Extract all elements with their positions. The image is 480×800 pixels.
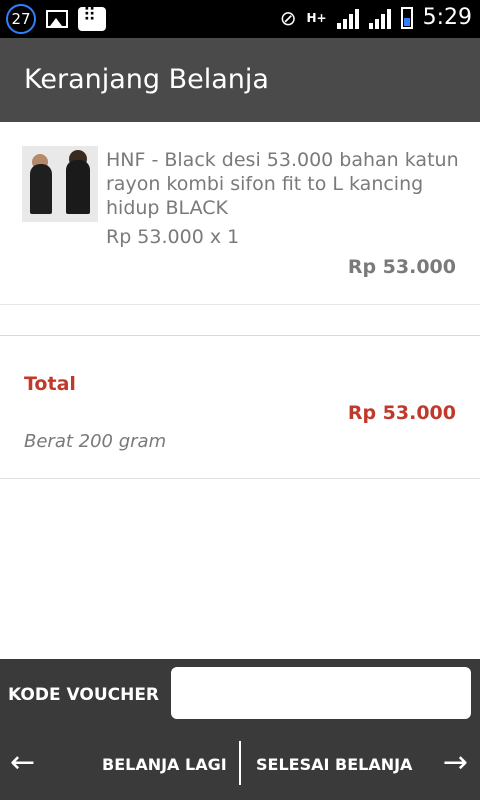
image-icon — [46, 10, 68, 28]
product-name: HNF - Black desi 53.000 bahan katun rayo… — [106, 149, 459, 219]
total-label: Total — [24, 373, 76, 395]
arrow-left-icon[interactable]: ← — [10, 745, 35, 780]
bottom-panel: KODE VOUCHER ← BELANJA LAGI SELESAI BELA… — [0, 659, 480, 800]
signal-strength-icon-2 — [368, 7, 391, 29]
product-subtotal: Rp 53.000 — [347, 256, 456, 278]
bottom-navigation: ← BELANJA LAGI SELESAI BELANJA → — [0, 739, 480, 791]
nav-separator — [239, 741, 241, 785]
arrow-right-icon[interactable]: → — [443, 745, 468, 780]
cart-item[interactable]: HNF - Black desi 53.000 bahan katun rayo… — [0, 122, 480, 305]
signal-strength-icon-1 — [336, 7, 359, 29]
status-bar-left: 27 — [6, 4, 106, 34]
product-thumbnail[interactable] — [22, 146, 98, 222]
product-price-quantity: Rp 53.000 x 1 — [106, 226, 240, 248]
total-weight: Berat 200 gram — [24, 431, 167, 452]
clock: 5:29 — [422, 5, 472, 30]
vibrate-off-icon: ⊘ — [279, 5, 297, 30]
notification-count-badge: 27 — [6, 4, 36, 34]
continue-shopping-button[interactable]: BELANJA LAGI — [102, 755, 227, 774]
network-type-label: H+ — [306, 10, 327, 25]
voucher-code-input[interactable] — [171, 667, 471, 719]
page-title: Keranjang Belanja — [24, 64, 269, 95]
bbm-icon — [78, 5, 106, 31]
battery-icon — [400, 6, 413, 29]
voucher-label: KODE VOUCHER — [8, 685, 160, 705]
total-divider — [0, 478, 480, 479]
section-divider — [0, 335, 480, 336]
status-bar: 27 ⊘ H+ 5:29 — [0, 0, 480, 38]
status-bar-right: ⊘ H+ 5:29 — [280, 5, 472, 30]
action-bar: Keranjang Belanja — [0, 38, 480, 122]
finish-shopping-button[interactable]: SELESAI BELANJA — [256, 755, 412, 774]
total-value: Rp 53.000 — [347, 402, 456, 424]
